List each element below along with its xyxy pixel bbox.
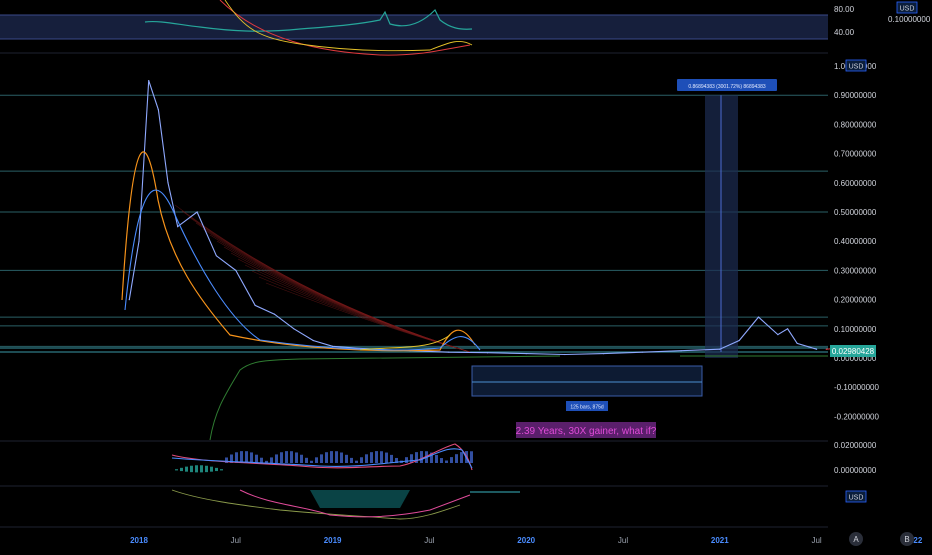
osc-bar-13 [240,451,243,463]
series-0-point-16 [448,351,450,353]
lower-cloud [310,490,410,508]
osc-bar-16 [255,454,258,463]
annotation-text: 2.39 Years, 30X gainer, what if? [516,426,657,437]
osc-bar-6 [205,465,208,473]
series-0-point-2 [148,80,150,82]
osc-bar-37 [360,457,363,463]
series-0-point-4 [167,182,169,184]
x-tick-3: Jul [424,536,434,545]
series-0-point-7 [215,255,218,257]
osc-bar-54 [445,460,448,463]
x-tick-0: 2018 [130,536,148,545]
series-0-point-25 [757,316,760,318]
osc-bar-38 [365,454,368,463]
osc-bar-24 [295,452,298,463]
osc-bar-5 [200,465,203,473]
osc-bar-15 [250,452,253,463]
osc-bar-4 [195,465,198,473]
osc-bar-46 [405,457,408,463]
range-box [471,365,703,397]
series-0-point-12 [312,339,314,342]
series-0-point-5 [177,226,179,228]
osc-bar-27 [310,460,313,463]
osc-bar-32 [335,451,338,463]
osc-bar-29 [320,454,323,463]
measure-top-label: 0.86894383 (3001.72%) 86894383 [688,84,766,90]
osc-bar-52 [435,454,438,463]
series-1-point-0 [825,348,827,350]
osc-bar-49 [420,451,423,463]
osc-bar-53 [440,458,443,463]
series-0-point-10 [273,313,276,315]
series-0-point-6 [196,211,198,213]
osc-bar-43 [390,454,393,463]
osc-bar-20 [275,454,278,463]
series-0-point-17 [486,352,489,354]
osc-bar-30 [325,452,328,463]
series-0-point-23 [719,348,721,350]
osc-bar-36 [355,460,358,463]
osc-bar-55 [450,457,453,463]
osc-bar-25 [300,454,303,463]
series-0-point-20 [603,353,605,355]
osc-bar-19 [270,457,273,463]
osc-bar-26 [305,457,308,463]
series-0-point-22 [680,350,682,352]
osc-bar-42 [385,452,388,463]
series-0-point-24 [738,339,740,342]
osc-bar-34 [345,454,348,463]
series-0-point-28 [796,342,798,344]
series-0-point-1 [138,240,140,242]
osc-bar-28 [315,457,318,463]
osc-bar-31 [330,451,333,463]
osc-bar-23 [290,451,293,463]
series-0-point-13 [332,345,334,347]
series-0-point-18 [525,353,527,355]
series-0-point-27 [786,328,789,330]
x-tick-1: Jul [231,536,241,545]
osc-bar-57 [460,452,463,463]
osc-bar-14 [245,451,248,463]
osc-bar-22 [285,451,288,463]
osc-bar-9 [220,469,223,471]
series-0-point-8 [235,269,237,271]
osc-bar-8 [215,467,218,472]
series-0-point-0 [128,299,130,301]
osc-bar-0 [175,469,178,471]
x-tick-2: 2019 [324,536,342,545]
x-tick-6: 2021 [711,536,729,545]
osc-bar-41 [380,451,383,463]
osc-bar-1 [180,467,183,472]
series-0-point-9 [254,304,256,307]
chart-root: 0.86894383 (3001.72%) 86894383 125 bars, … [0,0,932,550]
osc-bar-56 [455,454,458,463]
background [0,0,932,550]
series-0-point-11 [293,328,295,330]
osc-bar-59 [470,451,473,463]
series-0-point-29 [816,348,818,350]
osc-bar-7 [210,466,213,472]
osc-bar-33 [340,452,343,463]
osc-bar-3 [190,465,193,473]
chart-canvas[interactable]: 0.86894383 (3001.72%) 86894383 125 bars, … [0,0,932,550]
osc-bar-35 [350,457,353,463]
osc-bar-17 [260,457,263,463]
rsi-band [0,15,828,39]
osc-bar-2 [185,466,188,472]
osc-bar-40 [375,451,378,463]
x-tick-4: 2020 [517,536,535,545]
x-tick-5: Jul [618,536,628,545]
series-0-point-3 [157,109,159,111]
x-tick-7: Jul [811,536,821,545]
series-0-point-21 [641,351,643,353]
osc-bar-21 [280,452,283,463]
series-0-point-26 [777,334,779,336]
price-axis[interactable] [830,0,932,550]
osc-bar-39 [370,452,373,463]
series-0-point-19 [564,353,566,356]
measure-bottom-label: 125 bars, 875d [570,405,604,411]
